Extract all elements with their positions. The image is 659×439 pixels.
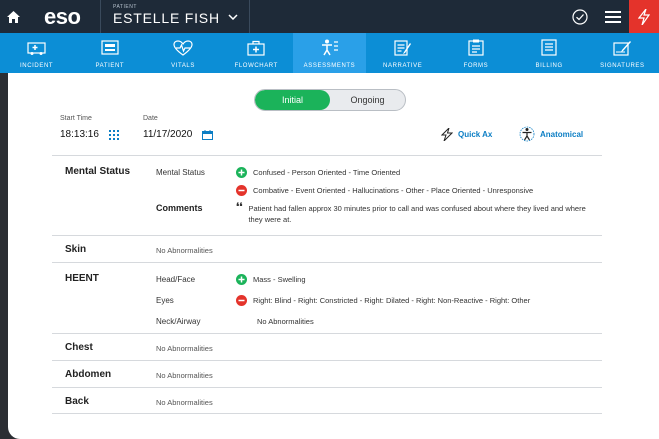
- assessment-table: Mental Status Mental Status Confused - P…: [52, 155, 602, 414]
- eyes-negative-text: Right: Blind - Right: Constricted - Righ…: [253, 296, 531, 305]
- back-value: No Abnormalities: [156, 398, 213, 407]
- skin-title: Skin: [65, 244, 87, 255]
- plus-circle-icon: [236, 274, 247, 285]
- chest-row[interactable]: Chest No Abnormalities: [52, 333, 602, 360]
- neck-airway-value: No Abnormalities: [257, 317, 314, 326]
- complete-check-button[interactable]: [563, 0, 596, 33]
- mental-status-sub-label: Mental Status: [156, 168, 205, 177]
- top-bar: eso PATIENT ESTELLE FISH: [0, 0, 659, 33]
- start-time-label: Start Time: [60, 115, 92, 122]
- abdomen-title: Abdomen: [65, 369, 112, 380]
- date-value: 11/17/2020: [143, 129, 193, 140]
- tab-incident-label: INCIDENT: [20, 63, 54, 69]
- start-time-value: 18:13:16: [60, 129, 99, 140]
- tab-billing-label: BILLING: [535, 63, 563, 69]
- mental-status-negative-finding: Combative - Event Oriented - Hallucinati…: [236, 185, 533, 196]
- quick-ax-lightning-icon: [441, 128, 453, 141]
- neck-airway-label: Neck/Airway: [156, 317, 201, 326]
- mental-status-comment-text: Patient had fallen approx 30 minutes pri…: [248, 204, 586, 224]
- tab-forms-label: FORMS: [463, 63, 489, 69]
- mental-status-positive-text: Confused - Person Oriented - Time Orient…: [253, 168, 401, 177]
- mental-status-negative-text: Combative - Event Oriented - Hallucinati…: [253, 186, 534, 195]
- quote-icon: ❛❛: [236, 202, 243, 213]
- menu-button[interactable]: [596, 0, 629, 33]
- lightning-icon: [638, 8, 650, 25]
- main-nav: INCIDENT PATIENT VITALS FLOWCHART ASSESS…: [0, 33, 659, 73]
- home-button[interactable]: [0, 0, 26, 33]
- anatomical-button[interactable]: Anatomical: [519, 126, 583, 142]
- mental-status-comment: ❛❛ Patient had fallen approx 30 minutes …: [236, 203, 588, 225]
- app-window: eso PATIENT ESTELLE FISH INCIDENT PATIEN…: [0, 0, 659, 439]
- tab-vitals-label: VITALS: [171, 63, 195, 69]
- toggle-initial[interactable]: Initial: [255, 90, 330, 110]
- invoice-icon: [541, 39, 557, 56]
- eyes-negative-finding: Right: Blind - Right: Constricted - Righ…: [236, 295, 530, 306]
- keypad-icon[interactable]: [108, 129, 119, 140]
- mental-status-row[interactable]: Mental Status Mental Status Confused - P…: [52, 155, 602, 235]
- plus-circle-icon: [236, 167, 247, 178]
- assessment-panel: Initial Ongoing Start Time 18:13:16 Date…: [8, 73, 659, 439]
- head-face-positive-finding: Mass - Swelling: [236, 274, 306, 285]
- hamburger-menu-icon: [604, 10, 621, 23]
- toggle-ongoing[interactable]: Ongoing: [330, 90, 405, 110]
- tab-signatures[interactable]: SIGNATURES: [586, 33, 659, 73]
- eso-logo: eso: [44, 3, 81, 29]
- anatomical-label: Anatomical: [540, 129, 584, 139]
- comments-label: Comments: [156, 203, 203, 213]
- tab-narrative[interactable]: NARRATIVE: [366, 33, 439, 73]
- medkit-icon: [247, 39, 265, 56]
- chevron-down-icon: [228, 14, 238, 20]
- back-row[interactable]: Back No Abnormalities: [52, 387, 602, 414]
- calendar-icon[interactable]: [202, 129, 214, 140]
- tab-incident[interactable]: INCIDENT: [0, 33, 73, 73]
- heent-title: HEENT: [65, 273, 99, 284]
- tab-flowchart[interactable]: FLOWCHART: [220, 33, 293, 73]
- tab-billing[interactable]: BILLING: [513, 33, 586, 73]
- body-outline-icon: [519, 126, 535, 142]
- heent-row[interactable]: HEENT Head/Face Mass - Swelling Eyes Rig…: [52, 262, 602, 333]
- notepad-pen-icon: [394, 39, 412, 56]
- patient-selector[interactable]: PATIENT ESTELLE FISH: [100, 0, 250, 33]
- abdomen-value: No Abnormalities: [156, 371, 213, 380]
- tab-signatures-label: SIGNATURES: [600, 63, 645, 69]
- mental-status-positive-finding: Confused - Person Oriented - Time Orient…: [236, 167, 400, 178]
- id-card-icon: [101, 39, 119, 56]
- tab-assessments[interactable]: ASSESSMENTS: [292, 33, 367, 73]
- tab-forms[interactable]: FORMS: [439, 33, 512, 73]
- assessment-type-toggle[interactable]: Initial Ongoing: [254, 89, 406, 111]
- abdomen-row[interactable]: Abdomen No Abnormalities: [52, 360, 602, 387]
- tab-narrative-label: NARRATIVE: [383, 63, 423, 69]
- quick-ax-label: Quick Ax: [458, 130, 493, 139]
- tab-patient-label: PATIENT: [95, 63, 125, 69]
- body-assessment-icon: [319, 39, 339, 56]
- skin-row[interactable]: Skin No Abnormalities: [52, 235, 602, 262]
- signature-icon: [613, 39, 632, 56]
- tab-assessments-label: ASSESSMENTS: [303, 63, 356, 69]
- alert-button[interactable]: [629, 0, 659, 33]
- chest-value: No Abnormalities: [156, 344, 213, 353]
- date-field[interactable]: Date 11/17/2020: [143, 115, 214, 140]
- patient-name: ESTELLE FISH: [113, 10, 220, 26]
- check-circle-icon: [571, 8, 588, 25]
- quick-ax-button[interactable]: Quick Ax: [441, 128, 492, 141]
- head-face-positive-text: Mass - Swelling: [253, 275, 306, 284]
- clipboard-icon: [468, 39, 484, 56]
- tab-patient[interactable]: PATIENT: [73, 33, 146, 73]
- tab-vitals[interactable]: VITALS: [146, 33, 219, 73]
- minus-circle-icon: [236, 295, 247, 306]
- skin-value: No Abnormalities: [156, 246, 213, 255]
- back-title: Back: [65, 396, 89, 407]
- head-face-label: Head/Face: [156, 275, 196, 284]
- eyes-label: Eyes: [156, 296, 174, 305]
- ambulance-icon: [27, 39, 47, 56]
- tab-flowchart-label: FLOWCHART: [234, 63, 278, 69]
- home-icon: [6, 10, 20, 23]
- date-label: Date: [143, 115, 158, 122]
- mental-status-title: Mental Status: [65, 166, 131, 177]
- minus-circle-icon: [236, 185, 247, 196]
- heart-pulse-icon: [173, 39, 193, 56]
- start-time-field[interactable]: Start Time 18:13:16: [60, 115, 119, 140]
- chest-title: Chest: [65, 342, 93, 353]
